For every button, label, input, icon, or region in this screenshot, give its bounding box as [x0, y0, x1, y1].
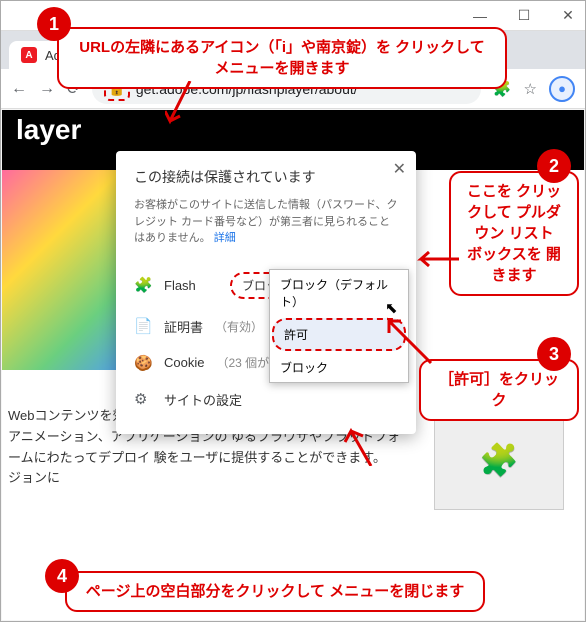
certificate-status: （有効）	[215, 318, 263, 335]
flash-icon: 🧩	[134, 276, 152, 294]
site-settings-row[interactable]: ⚙ サイトの設定	[134, 381, 398, 418]
profile-avatar[interactable]: ●	[549, 76, 575, 102]
certificate-label: 証明書	[164, 317, 203, 336]
callout-2: ここを クリックして プルダウン リスト ボックスを 開きます	[449, 171, 579, 296]
callout-number-3: 3	[537, 337, 571, 371]
site-settings-label: サイトの設定	[164, 390, 242, 409]
bookmark-star-icon[interactable]: ☆	[524, 80, 537, 98]
arrow-1	[165, 81, 195, 131]
callout-4: ページ上の空白部分をクリックして メニューを閉じます	[65, 571, 485, 612]
learn-more-link[interactable]: 詳細	[214, 232, 236, 244]
back-button[interactable]: ←	[11, 80, 27, 98]
callout-number-1: 1	[37, 7, 71, 41]
callout-number-4: 4	[45, 559, 79, 593]
certificate-icon: 📄	[134, 317, 152, 335]
arrow-3	[381, 313, 437, 374]
forward-button[interactable]: →	[39, 80, 55, 98]
plugin-placeholder[interactable]: 🧩	[434, 410, 564, 510]
callout-number-2: 2	[537, 149, 571, 183]
maximize-button[interactable]: ☐	[511, 7, 537, 24]
close-window-button[interactable]: ✕	[555, 7, 581, 24]
arrow-2	[415, 249, 459, 274]
popup-title: この接続は保護されています	[134, 167, 398, 187]
flash-label: Flash	[164, 278, 218, 293]
cookie-icon: 🍪	[134, 354, 152, 372]
cookie-label: Cookie	[164, 355, 204, 370]
arrow-4	[341, 426, 381, 466]
gear-icon: ⚙	[134, 390, 152, 408]
minimize-button[interactable]: —	[467, 8, 493, 24]
adobe-icon: A	[21, 47, 37, 63]
callout-1: URLの左隣にあるアイコン（「i」や南京錠）を クリックしてメニューを開きます	[57, 27, 507, 89]
popup-close-icon[interactable]: ✕	[393, 159, 406, 179]
popup-description: お客様がこのサイトに送信した情報（パスワード、クレジット カード番号など）が第三…	[134, 197, 398, 247]
